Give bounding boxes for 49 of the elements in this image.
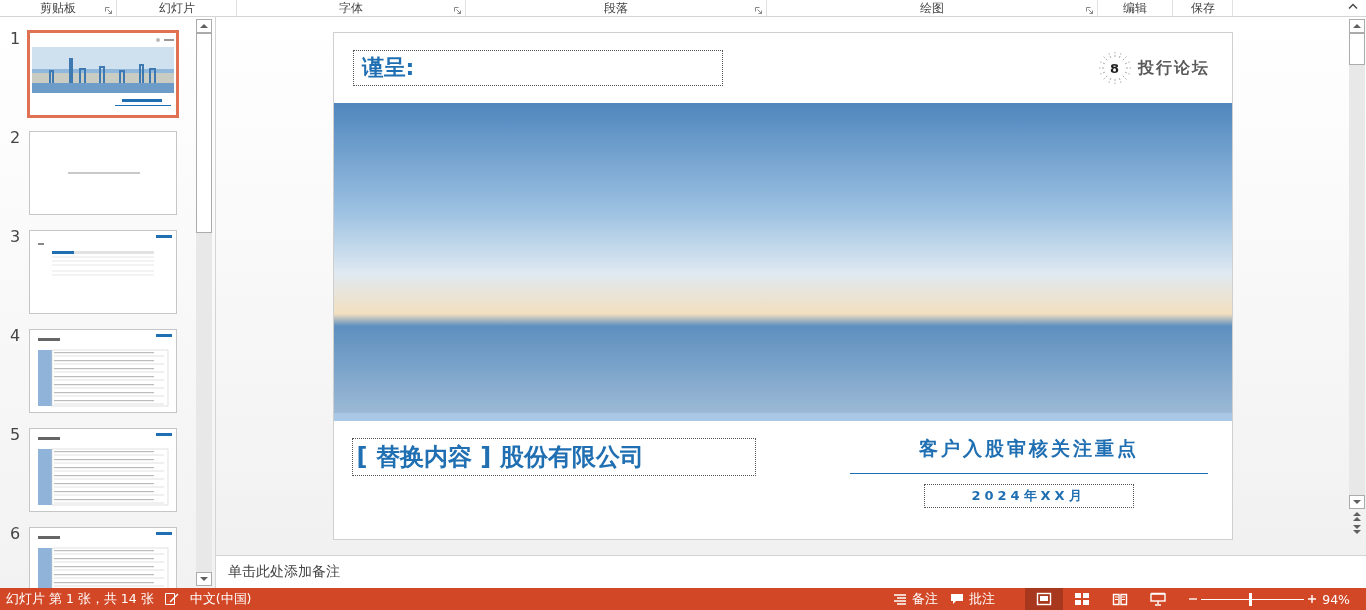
- normal-view-icon: [1036, 592, 1053, 606]
- sunburst-icon: [1097, 51, 1132, 85]
- ribbon-group-label: 幻灯片: [158, 0, 195, 17]
- slide-thumbnail[interactable]: [27, 30, 179, 118]
- ribbon-group-label: 绘图: [920, 0, 944, 17]
- notes-icon: [893, 593, 908, 605]
- slide-title: 客户入股审核关注重点: [918, 436, 1139, 461]
- date-text-box[interactable]: 2024年XX月: [923, 484, 1134, 508]
- slide-number: 3: [10, 227, 20, 246]
- zoom-level-text[interactable]: 94%: [1322, 591, 1350, 607]
- show-view-icon: [1150, 592, 1167, 606]
- language-indicator[interactable]: 中文(中国): [189, 590, 252, 608]
- view-button[interactable]: [1025, 588, 1064, 610]
- reading-view-icon: [1112, 592, 1129, 606]
- ribbon-group-label: 保存: [1190, 0, 1215, 17]
- slide-number: 6: [10, 524, 20, 543]
- dialog-launcher-icon[interactable]: [105, 7, 112, 14]
- dialog-launcher-icon[interactable]: [454, 7, 461, 14]
- company-name-text-box[interactable]: [ 替换内容 ] 股份有限公司: [351, 438, 756, 476]
- notes-button[interactable]: 备注: [887, 588, 945, 610]
- zoom-slider-thumb[interactable]: [1248, 592, 1252, 606]
- slide-count-text: 幻灯片 第 1 张，共 14 张: [6, 590, 154, 608]
- slide-number: 5: [10, 425, 20, 444]
- slide-number: 4: [10, 326, 20, 345]
- comment-icon: [950, 593, 965, 605]
- scroll-thumb[interactable]: [196, 33, 212, 233]
- slide-thumbnail[interactable]: [29, 131, 177, 215]
- collapse-ribbon-icon[interactable]: [1348, 3, 1358, 9]
- comments-button[interactable]: 批注: [944, 588, 1002, 610]
- dialog-launcher-icon[interactable]: [1086, 7, 1093, 14]
- dialog-launcher-icon[interactable]: [755, 7, 762, 14]
- slide-number: 2: [10, 128, 20, 147]
- scroll-thumb[interactable]: [1349, 33, 1365, 65]
- notes-placeholder[interactable]: 单击此处添加备注: [228, 563, 340, 581]
- logo-text: 投行论坛: [1137, 57, 1210, 79]
- ribbon-group-label: 编辑: [1123, 0, 1147, 17]
- logo-badge-text: 8: [1109, 60, 1119, 76]
- zoom-out-icon[interactable]: [1189, 595, 1198, 603]
- slide-thumbnail[interactable]: [29, 428, 177, 512]
- sorter-view-icon: [1074, 592, 1091, 606]
- zoom-in-icon[interactable]: [1308, 595, 1317, 603]
- ribbon-group-label: 段落: [604, 0, 628, 17]
- ribbon-group-label: 字体: [339, 0, 363, 17]
- addressee-text-box[interactable]: 谨呈:: [352, 50, 723, 86]
- ribbon-group-label: 剪贴板: [40, 0, 76, 17]
- slide-number: 1: [10, 29, 20, 48]
- slide-thumbnail[interactable]: [29, 329, 177, 413]
- slide-thumbnail[interactable]: [29, 230, 177, 314]
- slide-thumbnail[interactable]: [29, 527, 177, 588]
